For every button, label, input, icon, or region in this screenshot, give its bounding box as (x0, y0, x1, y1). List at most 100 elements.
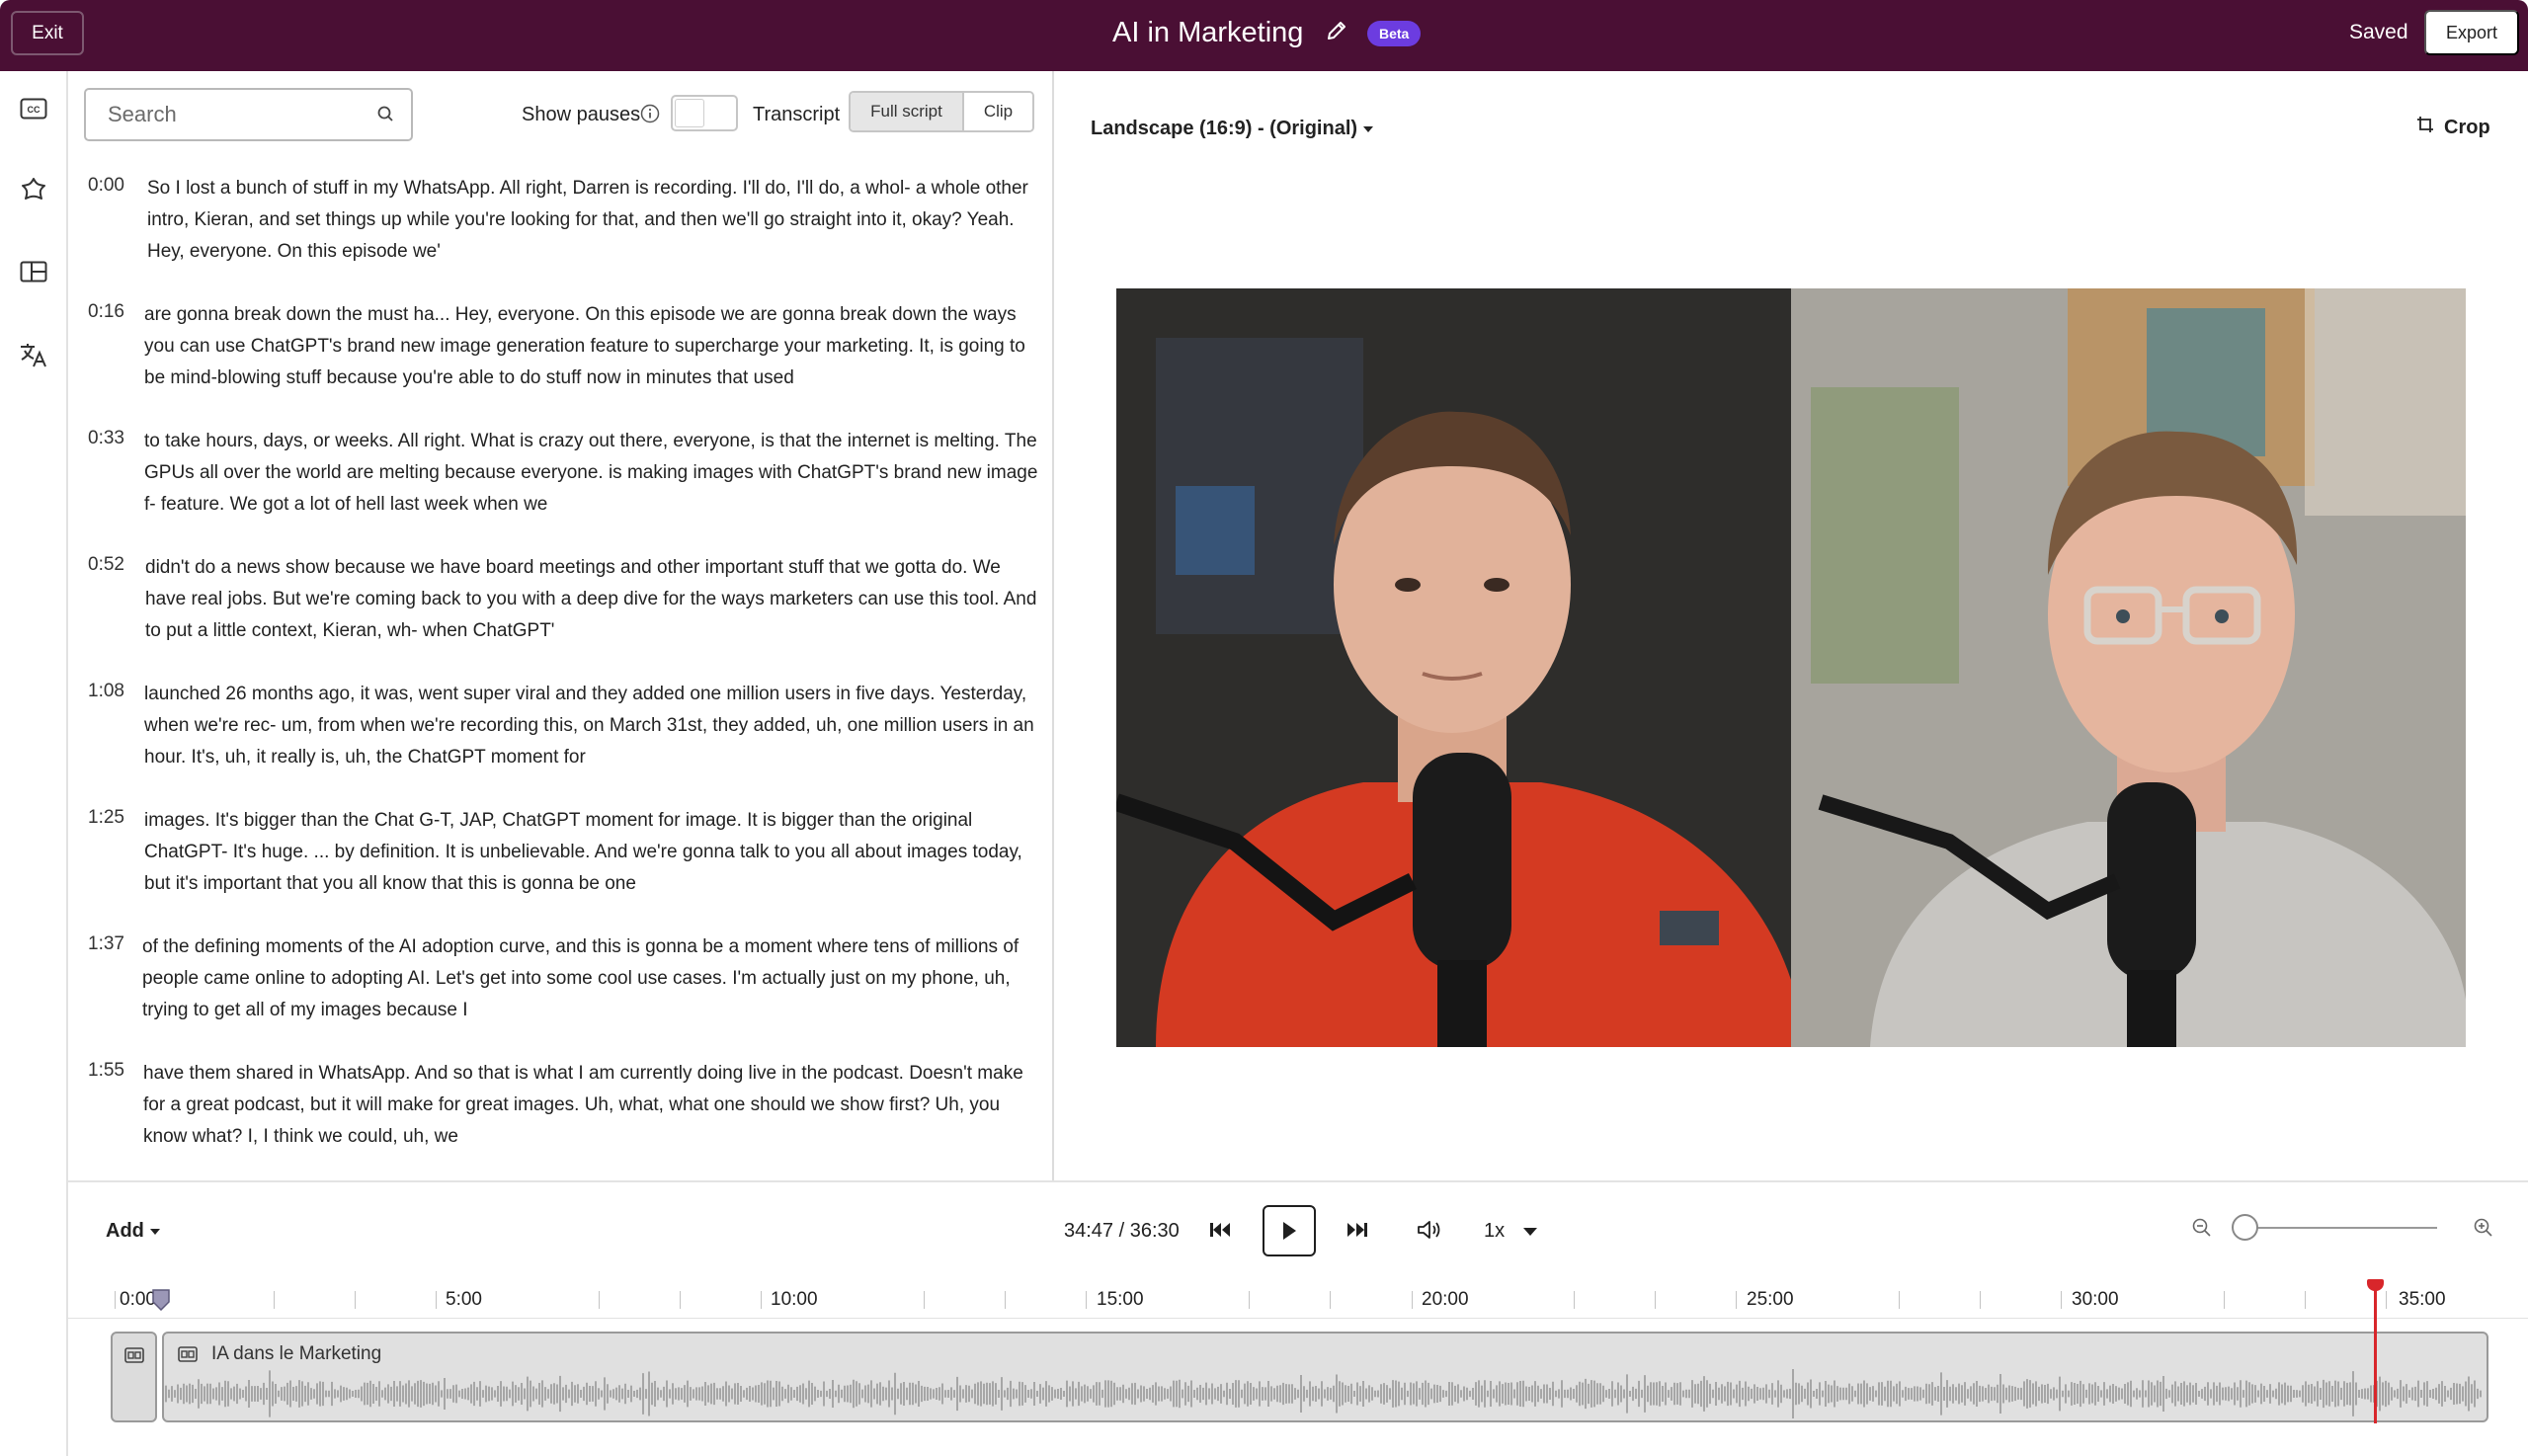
tick-label: 35:00 (2399, 1289, 2446, 1310)
left-rail: CC (0, 71, 68, 1456)
rewind-icon[interactable] (1205, 1215, 1235, 1245)
playhead[interactable] (2374, 1279, 2377, 1423)
caption-track-thumbnail[interactable] (111, 1332, 157, 1422)
ruler-tick (1574, 1291, 1575, 1309)
timeline-ruler[interactable]: 0:00 5:00 10:00 15:00 20:00 25:00 30:00 … (68, 1279, 2528, 1319)
transcript-timestamp[interactable]: 1:37 (88, 933, 124, 955)
search-input[interactable] (86, 90, 363, 139)
exit-button[interactable]: Exit (11, 11, 84, 55)
crop-button[interactable]: Crop (2416, 116, 2490, 139)
transcript-row[interactable]: 0:00 So I lost a bunch of stuff in my Wh… (68, 175, 1046, 301)
transcript-timestamp[interactable]: 0:00 (88, 175, 124, 197)
add-label: Add (106, 1220, 144, 1242)
svg-text:CC: CC (28, 105, 41, 115)
transcript-text[interactable]: have them shared in WhatsApp. And so tha… (143, 1058, 1037, 1153)
zoom-slider-handle[interactable] (2232, 1214, 2258, 1241)
tick-label: 10:00 (771, 1289, 818, 1310)
ruler-tick (761, 1291, 762, 1309)
transcript-timestamp[interactable]: 0:16 (88, 301, 124, 323)
ruler-tick (1412, 1291, 1413, 1309)
transcript-timestamp[interactable]: 0:52 (88, 554, 124, 576)
ruler-tick (2386, 1291, 2387, 1309)
clip-button[interactable]: Clip (964, 93, 1032, 130)
playback-speed-label: 1x (1484, 1220, 1506, 1242)
ruler-tick (1005, 1291, 1006, 1309)
chevron-down-icon (149, 1228, 160, 1235)
transcript-row[interactable]: 0:16 are gonna break down the must ha...… (68, 301, 1046, 428)
transcript-timestamp[interactable]: 0:33 (88, 428, 124, 449)
ruler-tick (1736, 1291, 1737, 1309)
closed-captions-icon[interactable]: CC (16, 91, 51, 126)
ruler-tick (1899, 1291, 1900, 1309)
tick-label: 30:00 (2072, 1289, 2119, 1310)
transcript-mode-switch: Full script Clip (849, 91, 1034, 132)
ruler-tick (115, 1291, 116, 1309)
zoom-in-icon[interactable] (2469, 1213, 2498, 1243)
ruler-tick (1249, 1291, 1250, 1309)
transcript-timestamp[interactable]: 1:25 (88, 807, 124, 829)
speaker-right-video (1791, 288, 2466, 1047)
translate-icon[interactable] (16, 337, 51, 372)
info-icon[interactable] (639, 103, 661, 124)
tick-label: 20:00 (1422, 1289, 1469, 1310)
playback-controls: Add 34:47 / 36:30 1x (68, 1180, 2528, 1279)
transcript-text[interactable]: to take hours, days, or weeks. All right… (144, 426, 1038, 521)
show-pauses-toggle[interactable] (671, 95, 738, 131)
transcript-text[interactable]: images. It's bigger than the Chat G-T, J… (144, 805, 1038, 900)
tick-label: 25:00 (1747, 1289, 1794, 1310)
ruler-tick (599, 1291, 600, 1309)
tick-label: 15:00 (1097, 1289, 1144, 1310)
aspect-ratio-dropdown[interactable]: Landscape (16:9) - (Original) (1091, 118, 1374, 140)
ruler-tick (1086, 1291, 1087, 1309)
video-clip-track[interactable]: IA dans le Marketing (162, 1332, 2488, 1422)
ruler-tick (436, 1291, 437, 1309)
in-point-marker[interactable] (151, 1289, 171, 1311)
transcript-row[interactable]: 1:25 images. It's bigger than the Chat G… (68, 807, 1046, 933)
transcript-text[interactable]: are gonna break down the must ha... Hey,… (144, 299, 1038, 394)
transcript-text[interactable]: launched 26 months ago, it was, went sup… (144, 679, 1038, 773)
fast-forward-icon[interactable] (1343, 1215, 1372, 1245)
play-icon (1283, 1222, 1296, 1240)
playback-speed-dropdown[interactable]: 1x (1484, 1220, 1538, 1243)
ruler-tick (1980, 1291, 1981, 1309)
transcript-row[interactable]: 1:08 launched 26 months ago, it was, wen… (68, 681, 1046, 807)
transcript-text[interactable]: of the defining moments of the AI adopti… (142, 931, 1036, 1026)
zoom-slider-track[interactable] (2243, 1227, 2437, 1229)
volume-icon[interactable] (1415, 1215, 1444, 1245)
search-icon[interactable] (375, 104, 397, 125)
tick-label: 5:00 (446, 1289, 482, 1310)
effects-icon[interactable] (16, 172, 51, 207)
transcript-panel: Show pauses Transcript Full script Clip … (68, 71, 1054, 1180)
top-bar: Exit AI in Marketing Beta Saved Export (0, 0, 2528, 71)
transcript-text[interactable]: didn't do a news show because we have bo… (145, 552, 1039, 647)
transcript-row[interactable]: 1:37 of the defining moments of the AI a… (68, 933, 1046, 1060)
aspect-ratio-label: Landscape (16:9) - (Original) (1091, 118, 1358, 139)
timeline[interactable]: 0:00 5:00 10:00 15:00 20:00 25:00 30:00 … (68, 1279, 2528, 1456)
add-button[interactable]: Add (106, 1220, 160, 1243)
ruler-tick (1330, 1291, 1331, 1309)
transcript-row[interactable]: 0:52 didn't do a news show because we ha… (68, 554, 1046, 681)
transcript-timestamp[interactable]: 1:55 (88, 1060, 124, 1082)
audio-waveform (165, 1369, 2482, 1418)
layout-icon[interactable] (16, 254, 51, 289)
crop-label: Crop (2444, 116, 2490, 138)
pencil-icon[interactable] (1323, 18, 1350, 45)
ruler-tick (2061, 1291, 2062, 1309)
play-button[interactable] (1263, 1205, 1316, 1256)
export-button[interactable]: Export (2424, 10, 2519, 55)
video-preview[interactable] (1116, 288, 2466, 1047)
ruler-tick (2224, 1291, 2225, 1309)
transcript-text[interactable]: So I lost a bunch of stuff in my WhatsAp… (147, 173, 1041, 268)
caret-down-icon (1522, 1228, 1537, 1236)
transcript-list: 0:00 So I lost a bunch of stuff in my Wh… (68, 175, 1046, 1180)
full-script-button[interactable]: Full script (851, 93, 964, 130)
transcript-row[interactable]: 0:33 to take hours, days, or weeks. All … (68, 428, 1046, 554)
search-box (84, 88, 413, 141)
zoom-out-icon[interactable] (2187, 1213, 2217, 1243)
transcript-row[interactable]: 1:55 have them shared in WhatsApp. And s… (68, 1060, 1046, 1180)
project-title: AI in Marketing (1112, 17, 1304, 48)
transcript-timestamp[interactable]: 1:08 (88, 681, 124, 702)
timecode-display: 34:47 / 36:30 (1064, 1220, 1180, 1242)
ruler-tick (924, 1291, 925, 1309)
transcript-mode-label: Transcript (753, 104, 841, 125)
